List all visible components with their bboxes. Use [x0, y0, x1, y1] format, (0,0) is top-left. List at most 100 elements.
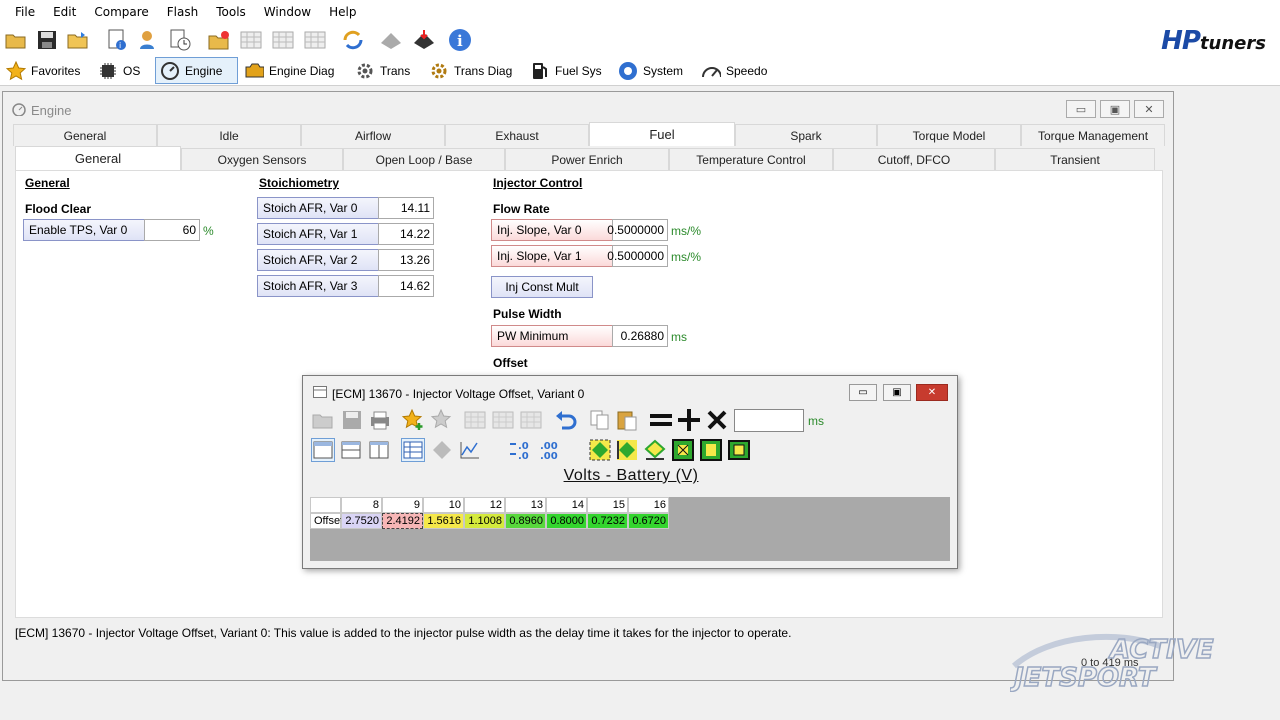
- vehicle-info-icon[interactable]: i: [104, 27, 130, 53]
- inj-const-mult-button[interactable]: Inj Const Mult: [491, 276, 593, 298]
- view-table-icon[interactable]: [311, 438, 335, 462]
- table-cell-selected[interactable]: 2.4192: [382, 513, 423, 529]
- tab-idle[interactable]: Idle: [157, 124, 301, 146]
- subtab-transient[interactable]: Transient: [995, 148, 1155, 170]
- tab-torque-management[interactable]: Torque Management: [1021, 124, 1165, 146]
- nav-favorites[interactable]: Favorites: [2, 57, 84, 84]
- plus-icon[interactable]: [677, 408, 701, 432]
- graph-icon[interactable]: [458, 438, 482, 462]
- stoich-afr-var1-value[interactable]: 14.22: [378, 223, 434, 245]
- menu-tools[interactable]: Tools: [207, 0, 255, 24]
- save-icon[interactable]: [340, 408, 364, 432]
- menu-edit[interactable]: Edit: [44, 0, 85, 24]
- select-block-icon[interactable]: [699, 438, 723, 462]
- nav-speedo[interactable]: Speedo: [697, 57, 771, 84]
- menu-help[interactable]: Help: [320, 0, 365, 24]
- nav-system[interactable]: System: [614, 57, 687, 84]
- pw-minimum-button[interactable]: PW Minimum: [491, 325, 613, 347]
- popup-minimize-button[interactable]: ▭: [849, 384, 877, 401]
- tab-exhaust[interactable]: Exhaust: [445, 124, 589, 146]
- fill-down-icon[interactable]: [588, 438, 612, 462]
- compare-icon[interactable]: [340, 27, 366, 53]
- grid-icon-2[interactable]: [491, 408, 515, 432]
- inj-slope-var1-button[interactable]: Inj. Slope, Var 1: [491, 245, 613, 267]
- stoich-afr-var0-button[interactable]: Stoich AFR, Var 0: [257, 197, 379, 219]
- subtab-open-loop[interactable]: Open Loop / Base: [343, 148, 505, 170]
- inj-slope-var0-button[interactable]: Inj. Slope, Var 0: [491, 219, 613, 241]
- user-icon[interactable]: [136, 27, 162, 53]
- nav-trans-diag[interactable]: Trans Diag: [425, 57, 516, 84]
- close-button[interactable]: ✕: [1134, 100, 1164, 118]
- read-vehicle-icon[interactable]: [378, 27, 404, 53]
- table-cell[interactable]: 0.8960: [505, 513, 546, 529]
- decimal-right-icon[interactable]: .00.00: [538, 438, 568, 462]
- table-icon[interactable]: [238, 27, 264, 53]
- pw-minimum-value[interactable]: 0.26880: [612, 325, 668, 347]
- info-icon[interactable]: i: [447, 27, 473, 53]
- add-favorite-icon[interactable]: [401, 408, 425, 432]
- table-cell[interactable]: 1.1008: [464, 513, 505, 529]
- table-view-icon[interactable]: [401, 438, 425, 462]
- copy-icon[interactable]: [588, 408, 612, 432]
- favorite-icon[interactable]: [429, 408, 453, 432]
- subtab-cutoff-dfco[interactable]: Cutoff, DFCO: [833, 148, 995, 170]
- select-inner-icon[interactable]: [727, 438, 751, 462]
- stoich-afr-var1-button[interactable]: Stoich AFR, Var 1: [257, 223, 379, 245]
- enable-tps-button[interactable]: Enable TPS, Var 0: [23, 219, 145, 241]
- table-icon-3[interactable]: [302, 27, 328, 53]
- stoich-afr-var0-value[interactable]: 14.11: [378, 197, 434, 219]
- menu-file[interactable]: File: [6, 0, 44, 24]
- tab-airflow[interactable]: Airflow: [301, 124, 445, 146]
- decimal-left-icon[interactable]: .0.0: [508, 438, 538, 462]
- tab-spark[interactable]: Spark: [735, 124, 877, 146]
- nav-trans[interactable]: Trans: [351, 57, 414, 84]
- table-cell[interactable]: 2.7520: [341, 513, 382, 529]
- fill-right-icon[interactable]: [615, 438, 639, 462]
- subtab-power-enrich[interactable]: Power Enrich: [505, 148, 669, 170]
- new-folder-icon[interactable]: [206, 27, 232, 53]
- table-cell[interactable]: 0.7232: [587, 513, 628, 529]
- equals-icon[interactable]: [649, 408, 673, 432]
- enable-tps-value[interactable]: 60: [144, 219, 200, 241]
- interpolate-icon[interactable]: [643, 438, 667, 462]
- nav-engine-diag[interactable]: Engine Diag: [240, 57, 338, 84]
- save-icon[interactable]: [34, 27, 60, 53]
- subtab-oxygen-sensors[interactable]: Oxygen Sensors: [181, 148, 343, 170]
- nav-fuel-sys[interactable]: Fuel Sys: [526, 57, 606, 84]
- inj-slope-var0-value[interactable]: 0.5000000: [607, 219, 668, 241]
- paste-icon[interactable]: [615, 408, 639, 432]
- smooth-icon[interactable]: [671, 438, 695, 462]
- grid-icon-3[interactable]: [519, 408, 543, 432]
- split-horizontal-icon[interactable]: [339, 438, 363, 462]
- 3d-view-icon[interactable]: [430, 438, 454, 462]
- popup-maximize-button[interactable]: ▣: [883, 384, 911, 401]
- stoich-afr-var3-value[interactable]: 14.62: [378, 275, 434, 297]
- stoich-afr-var2-button[interactable]: Stoich AFR, Var 2: [257, 249, 379, 271]
- tab-general[interactable]: General: [13, 124, 157, 146]
- nav-os[interactable]: OS: [94, 57, 144, 84]
- open-file-icon[interactable]: [65, 27, 91, 53]
- tab-fuel[interactable]: Fuel: [589, 122, 735, 146]
- stoich-afr-var3-button[interactable]: Stoich AFR, Var 3: [257, 275, 379, 297]
- inj-slope-var1-value[interactable]: 0.5000000: [607, 245, 668, 267]
- grid-icon[interactable]: [463, 408, 487, 432]
- stoich-afr-var2-value[interactable]: 13.26: [378, 249, 434, 271]
- operation-value-input[interactable]: [734, 409, 804, 432]
- nav-engine[interactable]: Engine: [155, 57, 238, 84]
- open-folder-icon[interactable]: [3, 27, 29, 53]
- history-icon[interactable]: [167, 27, 193, 53]
- table-cell[interactable]: 0.6720: [628, 513, 669, 529]
- menu-flash[interactable]: Flash: [158, 0, 207, 24]
- undo-icon[interactable]: [554, 408, 578, 432]
- subtab-general[interactable]: General: [15, 146, 181, 170]
- table-cell[interactable]: 0.8000: [546, 513, 587, 529]
- multiply-icon[interactable]: [705, 408, 729, 432]
- maximize-button[interactable]: ▣: [1100, 100, 1130, 118]
- tab-torque-model[interactable]: Torque Model: [877, 124, 1021, 146]
- subtab-temperature-control[interactable]: Temperature Control: [669, 148, 833, 170]
- split-vertical-icon[interactable]: [367, 438, 391, 462]
- menu-window[interactable]: Window: [255, 0, 320, 24]
- menu-compare[interactable]: Compare: [85, 0, 157, 24]
- print-icon[interactable]: [368, 408, 392, 432]
- popup-close-button[interactable]: ✕: [916, 384, 948, 401]
